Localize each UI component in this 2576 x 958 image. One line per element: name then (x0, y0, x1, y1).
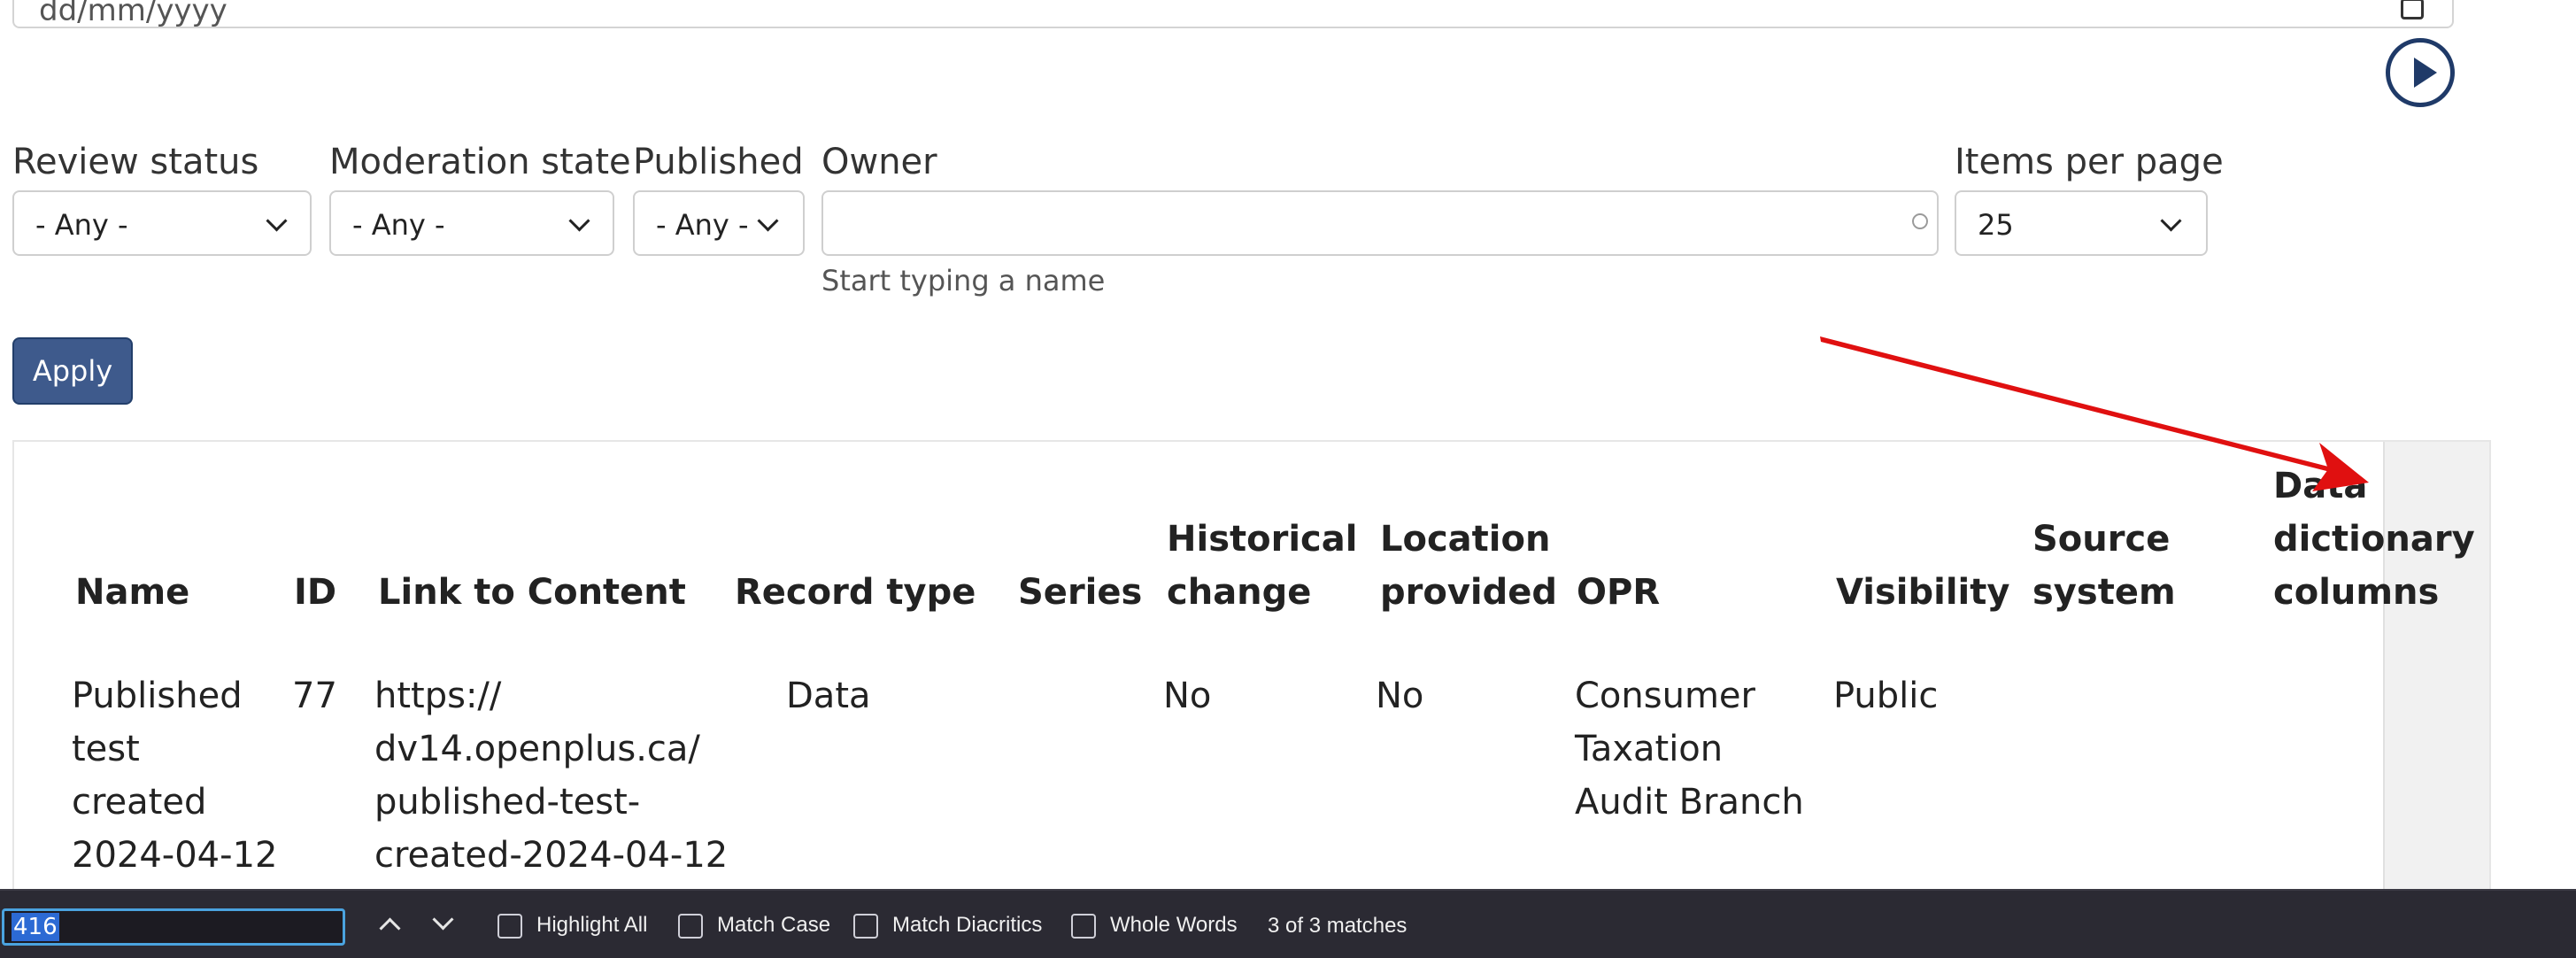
items-per-page-value: 25 (1978, 208, 2014, 242)
header-name: Name (75, 572, 190, 613)
whole-words-checkbox[interactable] (1071, 914, 1096, 939)
header-link-to-content: Link to Content (378, 572, 686, 613)
review-status-select[interactable]: - Any - (12, 190, 312, 256)
find-bar: 416 Highlight All Match Case Match Diacr… (0, 889, 2576, 958)
find-input[interactable]: 416 (2, 908, 345, 946)
header-series: Series (1018, 572, 1143, 613)
apply-button[interactable]: Apply (12, 337, 133, 405)
cell-name-line: 2024-04-12 (72, 835, 278, 876)
header-data-dictionary-columns-line3: columns (2273, 572, 2440, 613)
cell-name-line: Published (72, 676, 243, 716)
cell-opr-line: Taxation (1575, 729, 1724, 769)
cell-visibility: Public (1833, 676, 1939, 716)
cell-name-line: created (72, 782, 207, 823)
items-per-page-label: Items per page (1955, 142, 2224, 182)
whole-words-label: Whole Words (1110, 913, 1238, 937)
header-location-provided-line2: provided (1380, 572, 1558, 613)
header-data-dictionary-columns: Data dictionary columns (2273, 460, 2475, 619)
header-location-provided-line1: Location (1380, 519, 1551, 560)
published-value: - Any - (656, 208, 749, 242)
cell-record-type: Data (786, 676, 871, 716)
chevron-down-icon (757, 210, 779, 232)
chevron-down-icon (2160, 210, 2182, 232)
published-select[interactable]: - Any - (633, 190, 805, 256)
cell-link-line: https:// (374, 676, 502, 716)
review-status-value: - Any - (35, 208, 128, 242)
cell-location-provided: No (1376, 676, 1424, 716)
match-diacritics-checkbox[interactable] (853, 914, 878, 939)
owner-label: Owner (821, 142, 937, 182)
header-data-dictionary-columns-line1: Data (2273, 466, 2368, 506)
cell-name-line: test (72, 729, 140, 769)
cell-link-to-content[interactable]: https:// dv14.openplus.ca/ published-tes… (374, 669, 728, 882)
header-id: ID (294, 572, 337, 613)
highlight-all-checkbox[interactable] (497, 914, 522, 939)
header-source-system-line2: system (2032, 572, 2176, 613)
play-icon (2414, 58, 2437, 88)
match-case-label: Match Case (717, 913, 831, 937)
chevron-down-icon (568, 210, 590, 232)
header-source-system: Source system (2032, 513, 2176, 619)
match-case-checkbox[interactable] (678, 914, 703, 939)
find-query: 416 (12, 913, 59, 941)
review-status-label: Review status (12, 142, 259, 182)
header-location-provided: Location provided (1380, 513, 1557, 619)
owner-hint: Start typing a name (821, 264, 1106, 297)
cell-link-line: created-2024-04-12 (374, 835, 729, 876)
header-visibility: Visibility (1836, 572, 2010, 613)
date-placeholder: dd/mm/yyyy (39, 0, 228, 28)
items-per-page-select[interactable]: 25 (1955, 190, 2208, 256)
moderation-state-label: Moderation state (329, 142, 631, 182)
header-opr: OPR (1577, 572, 1661, 613)
match-diacritics-label: Match Diacritics (892, 913, 1043, 937)
cell-opr: Consumer Taxation Audit Branch (1575, 669, 1804, 829)
cell-link-line: published-test- (374, 782, 641, 823)
match-count-status: 3 of 3 matches (1268, 914, 1408, 938)
owner-input[interactable] (821, 190, 1939, 256)
moderation-state-value: - Any - (352, 208, 445, 242)
cell-historical-change: No (1163, 676, 1212, 716)
header-source-system-line1: Source (2032, 519, 2171, 560)
cell-link-line: dv14.openplus.ca/ (374, 729, 700, 769)
page: dd/mm/yyyy Review status - Any - Moderat… (0, 0, 2576, 958)
results-table: Name ID Link to Content Record type Seri… (12, 440, 2491, 958)
scroll-right-button[interactable] (2386, 38, 2455, 107)
cell-opr-line: Audit Branch (1575, 782, 1804, 823)
cell-opr-line: Consumer (1575, 676, 1755, 716)
header-historical-change-line2: change (1167, 572, 1312, 613)
moderation-state-select[interactable]: - Any - (329, 190, 614, 256)
published-label: Published (633, 142, 804, 182)
highlight-all-label: Highlight All (536, 913, 648, 937)
cell-id: 77 (292, 676, 337, 716)
date-input[interactable]: dd/mm/yyyy (12, 0, 2454, 28)
header-historical-change: Historical change (1167, 513, 1357, 619)
chevron-down-icon (266, 210, 288, 232)
autocomplete-throbber-icon (1912, 213, 1928, 229)
calendar-icon[interactable] (2401, 0, 2424, 19)
header-historical-change-line1: Historical (1167, 519, 1358, 560)
header-record-type: Record type (735, 572, 976, 613)
header-data-dictionary-columns-line2: dictionary (2273, 519, 2475, 560)
find-previous-icon[interactable] (379, 917, 401, 939)
find-next-icon[interactable] (432, 908, 454, 931)
cell-name: Published test created 2024-04-12 (72, 669, 277, 882)
